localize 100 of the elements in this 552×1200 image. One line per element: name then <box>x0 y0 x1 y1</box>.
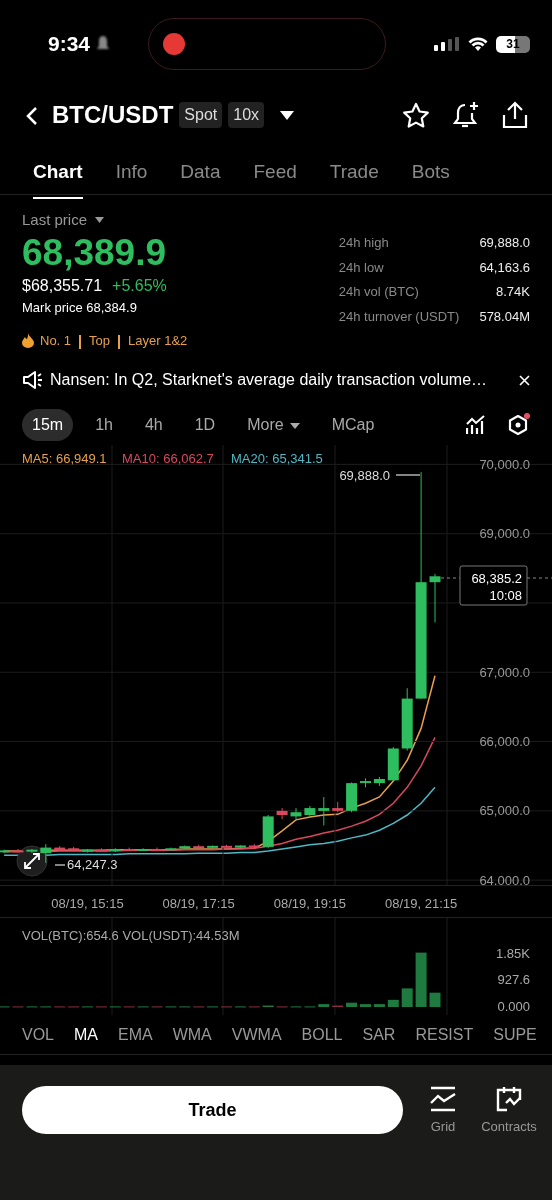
announcement-text[interactable]: Nansen: In Q2, Starknet's average daily transaction volume… <box>50 368 519 392</box>
grid-icon <box>429 1086 457 1112</box>
stat-label: 24h low <box>338 258 385 277</box>
indicator-tab[interactable]: WMA <box>172 1022 212 1047</box>
record-dot-icon <box>163 33 186 55</box>
time-axis-label: 08/19, 19:15 <box>272 895 348 913</box>
last-price-label: 68,385.2 <box>471 571 522 586</box>
share-icon[interactable] <box>502 101 528 129</box>
leader-line <box>54 864 66 866</box>
tab[interactable]: Bots <box>411 158 450 199</box>
timeframe-tab[interactable]: 1h <box>85 409 123 441</box>
ma-legend: MA10: 66,062.7 <box>122 451 214 466</box>
indicator-tab[interactable]: VWMA <box>231 1022 282 1047</box>
indicator-tab[interactable]: BOLL <box>301 1022 343 1047</box>
price-change: +5.65% <box>112 275 167 296</box>
trade-button[interactable]: Trade <box>22 1086 403 1134</box>
volume-bar <box>415 952 427 1007</box>
candle <box>68 846 80 852</box>
candle <box>0 849 10 854</box>
indicator-chart-icon[interactable] <box>466 415 486 435</box>
candle <box>332 801 344 813</box>
timeframe-tab[interactable]: 1D <box>184 409 226 441</box>
timeframe-tab[interactable]: MCap <box>321 409 385 441</box>
stat-value: 69,888.0 <box>479 234 530 252</box>
time-axis-label: 08/19, 15:15 <box>50 895 125 913</box>
timeframe-tab[interactable]: 15m <box>22 409 74 441</box>
stat-label: 24h turnover (USDT) <box>338 307 460 326</box>
tab[interactable]: Chart <box>33 158 83 199</box>
candle <box>54 845 66 852</box>
candle <box>429 573 441 623</box>
tab[interactable]: Trade <box>329 158 379 199</box>
price-axis-label: 67,000.0 <box>479 664 530 680</box>
leader-line <box>395 474 421 476</box>
tab[interactable]: Info <box>115 158 148 199</box>
volume-bar <box>318 1004 330 1007</box>
candle <box>12 848 24 853</box>
candle <box>234 844 246 849</box>
volume-bar <box>401 988 413 1007</box>
separator-icon <box>79 334 82 349</box>
candle <box>207 845 219 849</box>
volume-bar <box>346 1002 358 1007</box>
wifi-icon <box>468 36 488 52</box>
volume-axis-label: 0.000 <box>497 999 530 1014</box>
candle <box>95 847 107 852</box>
toolbar-action[interactable]: Grid <box>414 1086 472 1135</box>
stat-value: 578.04M <box>479 307 530 326</box>
settings-icon[interactable] <box>508 413 530 437</box>
volume-axis-label: 1.85K <box>496 946 530 962</box>
volume-bar <box>373 1004 385 1007</box>
indicator-tab[interactable]: EMA <box>118 1022 153 1047</box>
last-price-line <box>526 577 552 579</box>
tag-link[interactable]: No. 1 <box>40 331 72 351</box>
contracts-icon <box>495 1086 523 1112</box>
timeframe-tab[interactable]: 4h <box>134 409 173 441</box>
indicator-tab[interactable]: SUPE <box>493 1022 537 1047</box>
candle <box>248 843 260 848</box>
candle <box>221 844 232 849</box>
star-icon[interactable] <box>402 101 430 129</box>
tab[interactable]: Data <box>180 158 221 199</box>
indicator-tab[interactable]: SAR <box>362 1022 396 1047</box>
candle <box>373 776 385 787</box>
time-axis-label: 08/19, 17:15 <box>161 895 236 913</box>
tag-link[interactable]: Layer 1&2 <box>128 331 188 351</box>
expand-icon[interactable] <box>16 845 48 877</box>
caret-icon[interactable] <box>95 217 105 224</box>
separator-icon <box>118 334 121 349</box>
indicator-tab[interactable]: MA <box>74 1022 98 1047</box>
candle <box>151 847 163 851</box>
megaphone-icon <box>22 370 42 390</box>
tag-link[interactable]: Top <box>89 331 111 351</box>
candle <box>26 848 38 854</box>
close-icon[interactable] <box>519 374 530 386</box>
bell-plus-icon[interactable] <box>452 101 480 129</box>
last-price: 68,389.9 <box>22 231 168 274</box>
candle <box>82 848 93 853</box>
market-badge: 10x <box>228 102 265 128</box>
toolbar-action[interactable]: Contracts <box>480 1086 538 1135</box>
indicator-tab[interactable]: RESIST <box>415 1022 474 1047</box>
timeframe-tab[interactable]: More <box>237 409 310 441</box>
indicator-tab[interactable]: VOL <box>22 1022 54 1047</box>
candle <box>401 687 413 752</box>
tab[interactable]: Feed <box>253 158 297 199</box>
candle <box>137 847 149 852</box>
candle <box>346 781 358 813</box>
caret-icon <box>289 422 300 429</box>
caret-icon[interactable] <box>280 110 295 120</box>
flame-icon <box>22 333 34 349</box>
candle <box>123 847 135 851</box>
price-axis-label: 66,000.0 <box>479 734 530 750</box>
candle <box>193 844 205 849</box>
price-axis-label: 65,000.0 <box>479 803 530 819</box>
candle <box>262 814 274 849</box>
volume-legend: VOL(BTC):654.6 VOL(USDT):44.53M <box>22 928 240 943</box>
candle <box>109 847 121 853</box>
stat-label: 24h vol (BTC) <box>338 283 420 301</box>
stat-value: 64,163.6 <box>479 258 530 277</box>
candle <box>165 847 177 851</box>
candle <box>387 746 399 782</box>
signal-icon <box>434 37 460 51</box>
countdown-label: 10:08 <box>489 588 522 603</box>
